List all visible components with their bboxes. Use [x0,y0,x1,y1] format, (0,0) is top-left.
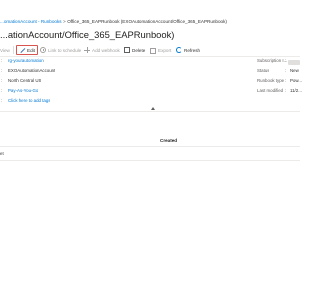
colon: : [1,68,3,73]
breadcrumb-item-runbooks[interactable]: ...omationAccount - Runbooks [0,17,62,26]
table-header-rule [0,146,300,147]
colon: : [1,58,3,63]
colon: : [285,88,287,93]
export-button-label: Export [158,47,172,53]
page-title: ...ationAccount/Office_365_EAPRunbook) [0,29,175,40]
toolbar-rule [0,56,300,57]
colon: : [285,68,287,73]
delete-button-label: Delete [132,47,146,53]
command-bar: View Edit Link to schedule Add webhook D… [0,44,300,56]
add-tags-link[interactable]: Click here to add tags [8,98,50,104]
refresh-button-label: Refresh [184,47,201,53]
last-modified-value: 11/2... [290,88,302,93]
breadcrumb: ...omationAccount - Runbooks > Office_365_… [0,17,300,26]
subscription-id-value [288,60,300,65]
link-to-schedule-button[interactable]: Link to schedule [40,44,81,56]
clock-icon [40,47,46,53]
view-button-label: View [0,47,10,53]
add-webhook-label: Add webhook [92,47,120,53]
trash-icon [124,47,130,53]
subscription-id-label: Subscription I... [257,58,288,63]
location-value: North Central US [8,78,42,83]
toolbar-divider [13,46,14,54]
table-cell: et [0,151,4,156]
status-label: Status [257,68,270,73]
export-icon [150,48,156,54]
view-button[interactable]: View [0,44,10,56]
edit-button[interactable]: Edit [16,45,38,55]
colon: : [1,98,3,103]
breadcrumb-separator: > [63,19,66,24]
runbook-type-label: Runbook type [257,78,285,83]
account-value: EXOAutomationAccount [8,68,56,73]
plus-icon [84,47,90,53]
runbook-blade: ...omationAccount - Runbooks > Office_365_… [0,0,302,300]
resource-group-link[interactable]: rg-yourautomation [8,58,44,64]
link-to-schedule-label: Link to schedule [48,47,82,53]
colon: : [285,58,287,63]
pencil-icon [19,47,25,53]
delete-button[interactable]: Delete [124,44,145,56]
refresh-icon [176,47,182,53]
breadcrumb-item-current: Office_365_EAPRunbook (EXOAutomationAcco… [67,19,227,24]
runbook-type-value: Pow... [290,78,302,83]
colon: : [285,78,287,83]
add-webhook-button[interactable]: Add webhook [84,44,120,56]
export-button[interactable]: Export [150,44,171,56]
edit-button-label: Edit [27,47,35,53]
colon: : [1,78,3,83]
colon: : [1,88,3,93]
last-modified-label: Last modified [257,88,284,93]
table-row-rule [0,160,300,161]
table-header-created[interactable]: Created [160,138,177,144]
subscription-link[interactable]: Pay-As-You-Go [8,88,38,94]
refresh-button[interactable]: Refresh [176,44,200,56]
chevron-up-icon[interactable] [151,107,155,110]
essentials-rule [0,111,300,112]
status-value: New [290,68,299,73]
